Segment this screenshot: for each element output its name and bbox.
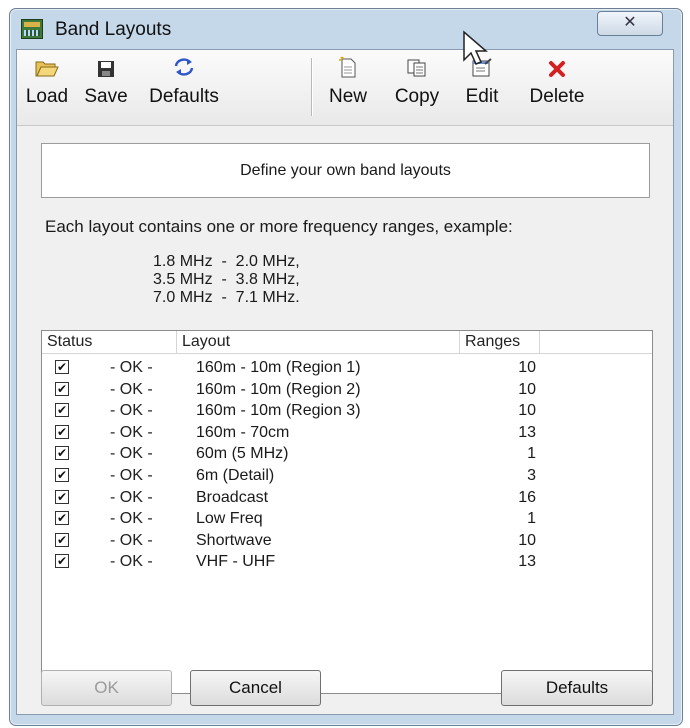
defaults-toolbar-button[interactable]: Defaults [139, 56, 229, 120]
row-layout: 160m - 10m (Region 2) [196, 380, 361, 398]
row-checkbox[interactable]: ✔ [55, 468, 69, 482]
row-ranges: 3 [527, 467, 536, 484]
example-ranges: 1.8 MHz - 2.0 MHz, 3.5 MHz - 3.8 MHz, 7.… [153, 253, 300, 306]
edit-label: Edit [465, 86, 499, 107]
cancel-button[interactable]: Cancel [190, 670, 321, 706]
load-button[interactable]: Load [21, 56, 73, 120]
table-row[interactable]: ✔ - OK - 160m - 70cm 13 [42, 422, 652, 443]
toolbar-separator [311, 58, 313, 116]
band-layouts-window: Band Layouts ✕ Load Save Defaults New Co… [9, 8, 683, 726]
ok-button[interactable]: OK [41, 670, 172, 706]
row-layout: VHF - UHF [196, 553, 276, 571]
window-title: Band Layouts [55, 19, 172, 40]
column-header-status[interactable]: Status [42, 331, 177, 353]
save-label: Save [84, 86, 128, 107]
row-status: - OK - [110, 510, 153, 528]
row-layout: Low Freq [196, 510, 263, 528]
table-row[interactable]: ✔ - OK - 6m (Detail) 3 [42, 465, 652, 486]
dialog-client-area: Load Save Defaults New Copy Edit Delete … [16, 49, 674, 715]
app-icon [21, 19, 43, 39]
row-layout: Shortwave [196, 531, 272, 549]
table-row[interactable]: ✔ - OK - Broadcast 16 [42, 487, 652, 508]
load-label: Load [25, 86, 69, 107]
row-ranges: 1 [527, 510, 536, 528]
save-button[interactable]: Save [78, 56, 134, 120]
row-checkbox[interactable]: ✔ [55, 403, 69, 418]
toolbar: Load Save Defaults New Copy Edit Delete [17, 50, 673, 126]
table-row[interactable]: ✔ - OK - 60m (5 MHz) 1 [42, 443, 652, 464]
row-status: - OK - [110, 359, 153, 376]
copy-icon [385, 56, 449, 86]
column-header-layout[interactable]: Layout [177, 331, 460, 353]
row-status: - OK - [110, 445, 153, 463]
title-bar[interactable]: Band Layouts ✕ [10, 9, 682, 49]
table-row[interactable]: ✔ - OK - 160m - 10m (Region 1) 10 [42, 357, 652, 378]
copy-button[interactable]: Copy [385, 56, 449, 120]
row-status: - OK - [110, 531, 153, 549]
row-status: - OK - [110, 488, 153, 506]
row-ranges: 10 [518, 359, 536, 376]
close-button[interactable]: ✕ [597, 11, 663, 36]
new-button[interactable]: New [319, 56, 377, 120]
row-ranges: 10 [518, 531, 536, 549]
row-ranges: 13 [518, 423, 536, 441]
row-checkbox[interactable]: ✔ [55, 511, 69, 526]
row-checkbox[interactable]: ✔ [55, 532, 69, 547]
table-row[interactable]: ✔ - OK - Low Freq 1 [42, 508, 652, 529]
copy-label: Copy [394, 86, 440, 107]
row-checkbox[interactable]: ✔ [55, 446, 69, 461]
defaults-button[interactable]: Defaults [501, 670, 653, 706]
row-layout: 60m (5 MHz) [196, 445, 289, 463]
row-layout: 160m - 10m (Region 1) [196, 359, 361, 376]
row-layout: Broadcast [196, 488, 269, 506]
row-layout: 160m - 70cm [196, 423, 290, 441]
table-row[interactable]: ✔ - OK - 160m - 10m (Region 3) 10 [42, 400, 652, 421]
table-row[interactable]: ✔ - OK - Shortwave 10 [42, 530, 652, 551]
row-status: - OK - [110, 553, 153, 571]
row-ranges: 1 [527, 445, 536, 463]
row-checkbox[interactable]: ✔ [55, 381, 69, 396]
column-header-ranges[interactable]: Ranges [460, 331, 540, 353]
row-status: - OK - [110, 402, 153, 420]
floppy-disk-icon [78, 56, 134, 86]
close-icon: ✕ [623, 14, 637, 31]
new-label: New [328, 86, 367, 107]
defaults-toolbar-label: Defaults [149, 86, 219, 107]
refresh-icon [139, 56, 229, 86]
row-status: - OK - [110, 380, 153, 398]
row-status: - OK - [110, 423, 153, 441]
row-ranges: 16 [518, 488, 536, 506]
row-ranges: 10 [518, 380, 536, 398]
row-checkbox[interactable]: ✔ [55, 360, 69, 374]
description-text: Each layout contains one or more frequen… [45, 217, 513, 236]
delete-label: Delete [529, 86, 585, 107]
row-checkbox[interactable]: ✔ [55, 424, 69, 439]
row-layout: 160m - 10m (Region 3) [196, 402, 361, 420]
row-layout: 6m (Detail) [196, 467, 275, 484]
new-document-icon [319, 56, 377, 86]
mouse-cursor-icon [462, 30, 502, 70]
open-folder-icon [21, 56, 73, 86]
layouts-list[interactable]: Status Layout Ranges ✔ - OK - 160m - 10m (… [41, 330, 653, 694]
table-row[interactable]: ✔ - OK - VHF - UHF 13 [42, 551, 652, 572]
row-status: - OK - [110, 467, 153, 484]
row-checkbox[interactable]: ✔ [55, 489, 69, 504]
row-ranges: 13 [518, 553, 536, 571]
delete-button[interactable]: Delete [517, 56, 597, 120]
delete-x-icon [517, 56, 597, 86]
row-checkbox[interactable]: ✔ [55, 554, 69, 569]
list-header: Status Layout Ranges [42, 331, 652, 354]
row-ranges: 10 [518, 402, 536, 420]
table-row[interactable]: ✔ - OK - 160m - 10m (Region 2) 10 [42, 379, 652, 400]
banner-text: Define your own band layouts [41, 143, 650, 198]
